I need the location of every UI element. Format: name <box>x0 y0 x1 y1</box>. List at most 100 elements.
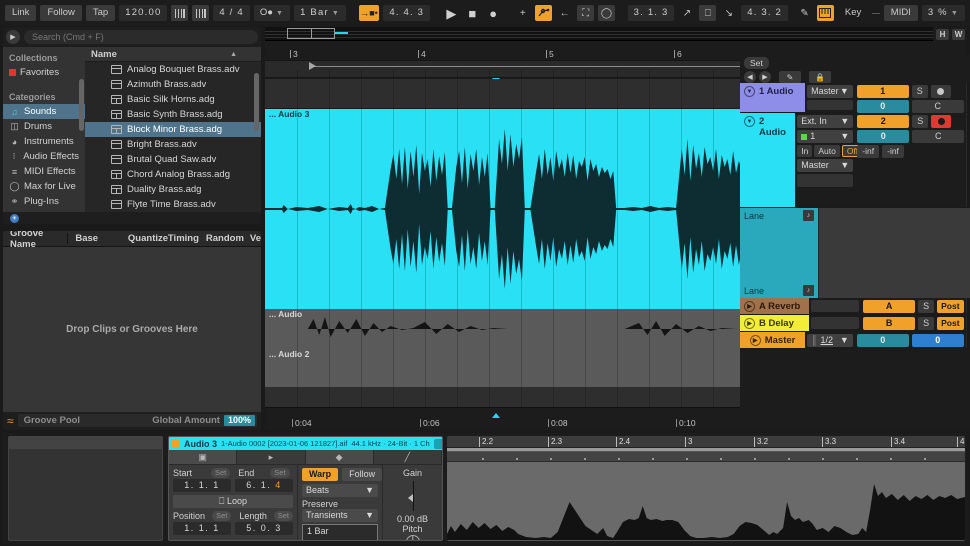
track-name-header[interactable]: ▶ A Reverb <box>740 298 809 314</box>
sidebar-item-instruments[interactable]: ◕ Instruments <box>3 134 85 149</box>
track-name-header[interactable]: ▶ Master <box>740 332 805 348</box>
mixer-track-1-audio[interactable]: ▼ 1 Audio Master▼ 1 S 0 C <box>740 83 970 113</box>
track-name-header[interactable]: ▼ 2 Audio <box>740 113 795 207</box>
chevron-down-icon[interactable]: ▶ <box>744 301 755 312</box>
mixer-return-b-delay[interactable]: ▶ B Delay B S Post <box>740 315 970 332</box>
gain-value[interactable]: 0.00 dB <box>387 514 438 524</box>
arm-record-button[interactable] <box>931 85 951 98</box>
groove-pool-dropzone[interactable]: Drop Clips or Grooves Here <box>3 247 261 412</box>
quantization-select[interactable]: 1 Bar▼ <box>294 5 346 21</box>
chevron-down-icon[interactable]: ▼ <box>744 86 755 97</box>
input-channel-select[interactable]: 1 ▼ <box>797 130 853 143</box>
lane-row-1[interactable]: Lane ♪ <box>740 208 818 223</box>
key-map-button[interactable]: Key <box>838 5 868 21</box>
tab-envelopes[interactable]: ▸ <box>237 450 305 464</box>
sidebar-item-max-for-live[interactable]: ◯ Max for Live <box>3 179 85 194</box>
clip-waveform-editor[interactable]: 2.2 2.3 2.4 3 3.2 3.3 3.4 4 <box>447 436 965 541</box>
midi-arrangement-overdub-field[interactable]: O●▼ <box>254 5 290 21</box>
add-time-icon[interactable]: + <box>514 5 531 21</box>
punch-out-icon[interactable]: ↘ <box>720 5 737 21</box>
width-zoom-button[interactable]: W <box>952 29 965 40</box>
col-timing[interactable]: Timing <box>161 233 199 244</box>
tempo-field[interactable]: 120.00 <box>119 5 167 21</box>
chevron-down-icon[interactable]: ▶ <box>750 335 761 346</box>
mixer-return-a-reverb[interactable]: ▶ A Reverb A S Post <box>740 298 970 315</box>
list-item[interactable]: Azimuth Brass.adv <box>85 77 261 92</box>
clip-title-bar[interactable]: Audio 3 1-Audio 0002 [2023-01-06 121827]… <box>169 437 442 450</box>
track-number-activator[interactable]: 2 <box>857 115 909 128</box>
re-enable-automation-icon[interactable]: ← <box>556 5 573 21</box>
tab-audio[interactable]: ◆ <box>306 450 374 464</box>
time-signature-field[interactable]: 4 / 4 <box>213 5 250 21</box>
list-item[interactable]: Flyte Time Brass.adv <box>85 197 261 212</box>
output-channel-select[interactable] <box>807 100 853 110</box>
tap-tempo-button[interactable]: Tap <box>86 5 115 21</box>
next-set-icon[interactable]: ▶ <box>759 71 771 83</box>
return-routing-select[interactable] <box>811 317 860 329</box>
return-letter-button[interactable]: A <box>863 300 915 313</box>
crossfader-select[interactable]: ║ 1/2 ▼ <box>807 334 853 347</box>
pin-icon[interactable] <box>434 439 443 449</box>
start-value[interactable]: 1. 1. 1 <box>173 479 231 492</box>
clip-warp-markers[interactable] <box>447 452 965 462</box>
list-item[interactable]: Chord Analog Brass.adg <box>85 167 261 182</box>
peak-level-right[interactable]: -inf <box>882 145 904 158</box>
sidebar-scrollbar[interactable] <box>79 79 84 131</box>
metronome-icon[interactable] <box>171 5 188 21</box>
position-set-button[interactable]: Set <box>212 511 231 521</box>
loop-toggle-icon[interactable]: ⎕ <box>699 5 716 21</box>
sort-arrow-icon[interactable]: ▲ <box>230 51 255 58</box>
chevron-down-icon[interactable]: ▶ <box>744 318 755 329</box>
length-set-button[interactable]: Set <box>274 511 293 521</box>
warp-mode-select[interactable]: Beats▼ <box>302 484 378 497</box>
solo-button[interactable]: S <box>912 85 928 98</box>
list-item[interactable]: Duality Brass.adg <box>85 182 261 197</box>
loop-toggle-button[interactable]: ⎕ Loop <box>173 495 293 508</box>
midi-map-button[interactable]: MIDI <box>884 5 918 21</box>
sidebar-item-midi-effects[interactable]: ≡ MIDI Effects <box>3 164 85 179</box>
master-pan-value[interactable]: 0 <box>912 334 964 347</box>
browser-column-header[interactable]: Name ▲ <box>85 47 261 62</box>
length-value[interactable]: 5. 0. 3 <box>235 522 293 535</box>
clip-title[interactable]: ... Audio <box>265 309 302 320</box>
groove-wave-icon[interactable]: ≈ <box>7 414 14 428</box>
sidebar-item-drums[interactable]: ◫ Drums <box>3 119 85 134</box>
follow-button[interactable]: Follow <box>342 468 382 481</box>
crossfade-assign-button[interactable]: C <box>912 130 964 143</box>
clip-title[interactable]: ... Audio 2 <box>265 349 309 360</box>
global-amount-value[interactable]: 100% <box>224 415 255 426</box>
col-velocity[interactable]: Ve <box>243 233 261 244</box>
sidebar-item-plug-ins[interactable]: ⚭ Plug-Ins <box>3 194 85 209</box>
warp-button[interactable]: Warp <box>302 468 338 481</box>
mixer-master-track[interactable]: ▶ Master ║ 1/2 ▼ 0 0 <box>740 332 970 349</box>
return-letter-button[interactable]: B <box>863 317 915 330</box>
loop-length-field[interactable]: 4. 3. 2 <box>741 5 788 21</box>
col-base[interactable]: Base <box>67 233 121 244</box>
gain-slider[interactable] <box>387 481 438 511</box>
device-view-panel[interactable] <box>8 436 163 541</box>
master-volume-value[interactable]: 0 <box>857 334 909 347</box>
post-button[interactable]: Post <box>937 300 963 313</box>
link-button[interactable]: Link <box>5 5 36 21</box>
tab-clip-properties[interactable]: ▣ <box>169 450 237 464</box>
col-groove-name[interactable]: Groove Name <box>3 231 67 250</box>
post-button[interactable]: Post <box>937 317 963 330</box>
sidebar-item-audio-effects[interactable]: ⁝ Audio Effects <box>3 149 85 164</box>
loop-start-field[interactable]: 3. 1. 3 <box>628 5 675 21</box>
solo-button[interactable]: S <box>912 115 928 128</box>
search-input[interactable]: Search (Cmd + F) <box>24 30 258 44</box>
list-item[interactable]: Brutal Quad Saw.adv <box>85 152 261 167</box>
lane-row-2[interactable]: Lane ♪ <box>740 283 818 298</box>
col-random[interactable]: Random <box>199 233 243 244</box>
tab-modulation[interactable]: ╱ <box>374 450 442 464</box>
gain-slider-handle[interactable] <box>408 494 413 502</box>
loop-switch-icon[interactable]: ⛶ <box>577 5 594 21</box>
lock-icon[interactable]: 🔒 <box>809 71 831 83</box>
pan-value[interactable]: 0 <box>857 130 909 143</box>
input-routing-select[interactable]: Ext. In▼ <box>797 115 853 128</box>
pencil-icon[interactable]: ✎ <box>779 71 801 83</box>
play-button[interactable]: ▶ <box>443 5 460 21</box>
browser-preview-icon[interactable]: ▶ <box>6 30 20 44</box>
clip-title[interactable]: ... Audio 3 <box>265 109 309 120</box>
end-set-button[interactable]: Set <box>270 468 289 478</box>
